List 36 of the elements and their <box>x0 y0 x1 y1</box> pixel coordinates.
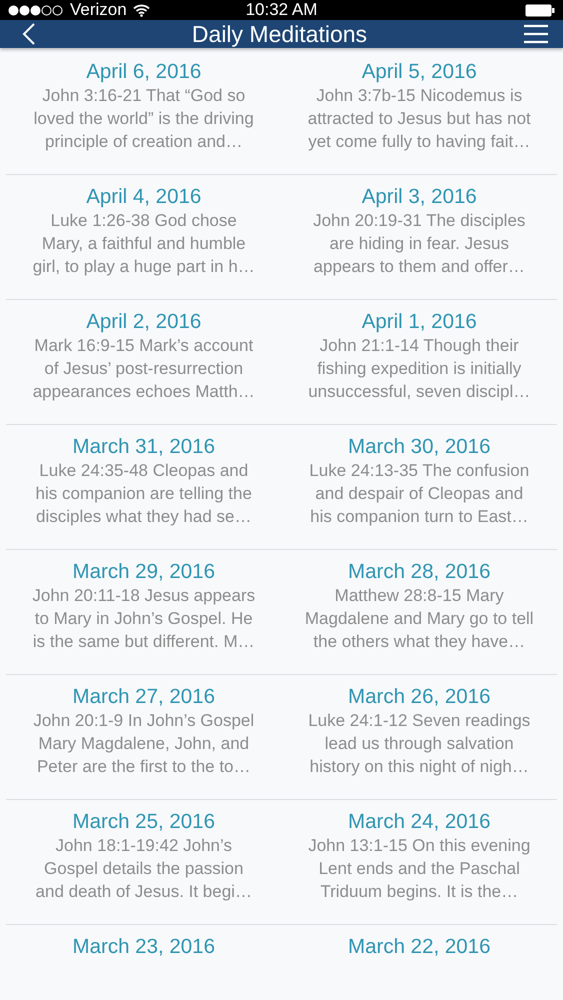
meditation-date[interactable]: April 5, 2016 <box>362 59 477 84</box>
meditation-date[interactable]: March 27, 2016 <box>72 684 215 709</box>
meditation-summary: John 3:16-21 That “God so loved the world” is the driving principle of creation and… <box>34 85 254 153</box>
meditation-summary: John 21:1-14 Though their fishing expedition is initially unsuccessful, seven discipl… <box>308 335 530 403</box>
meditation-date[interactable]: April 2, 2016 <box>86 309 202 334</box>
carrier-name: Verizon <box>70 0 127 20</box>
meditation-date[interactable]: March 25, 2016 <box>72 809 215 834</box>
signal-icon <box>8 4 64 16</box>
meditation-summary: John 13:1-15 On this evening Lent ends and the Paschal Triduum begins. It is the… <box>308 835 530 903</box>
meditation-date[interactable]: March 31, 2016 <box>72 434 215 459</box>
battery-icon <box>525 4 555 16</box>
meditation-summary: John 20:19-31 The disciples are hiding in fear. Jesus appears to them and offer… <box>313 210 526 278</box>
meditation-summary: John 20:1-9 In John’s Gospel Mary Magdalene, John, and Peter are the first to the to… <box>33 710 254 778</box>
meditation-date[interactable]: April 1, 2016 <box>362 309 477 334</box>
meditation-summary: Luke 1:26-38 God chose Mary, a faithful and humble girl, to play a huge part in h… <box>32 210 255 278</box>
meditation-date[interactable]: March 22, 2016 <box>348 934 490 959</box>
wifi-icon <box>132 4 150 16</box>
meditation-summary: John 18:1-19:42 John’s Gospel details the passion and death of Jesus. It begi… <box>36 835 252 903</box>
meditation-date[interactable]: March 28, 2016 <box>348 559 490 584</box>
meditation-date[interactable]: April 6, 2016 <box>86 59 202 84</box>
meditation-summary: Luke 24:13-35 The confusion and despair of Cleopas and his companion turn to East… <box>309 460 530 528</box>
meditation-summary: Matthew 28:8-15 Mary Magdalene and Mary go to tell the others what they have… <box>304 585 534 653</box>
meditation-date[interactable]: April 4, 2016 <box>86 184 202 209</box>
meditation-summary: John 20:11-18 Jesus appears to Mary in John’s Gospel. He is the same but different. M… <box>32 585 256 653</box>
meditation-date[interactable]: March 24, 2016 <box>348 809 490 834</box>
meditation-date[interactable]: March 30, 2016 <box>348 434 490 459</box>
page-title: Daily Meditations <box>192 20 368 48</box>
meditation-date[interactable]: March 23, 2016 <box>72 934 215 959</box>
meditation-summary: Luke 24:1-12 Seven readings lead us through salvation history on this night of nigh… <box>308 710 530 778</box>
meditation-summary: Luke 24:35-48 Cleopas and his companion are telling the disciples what they had se… <box>36 460 252 528</box>
meditation-summary: John 3:7b-15 Nicodemus is attracted to Jesus but has not yet come fully to having fait… <box>308 85 531 153</box>
meditation-date[interactable]: March 26, 2016 <box>348 684 490 709</box>
meditation-summary: Mark 16:9-15 Mark’s account of Jesus’ post-resurrection appearances echoes Matth… <box>32 335 255 403</box>
meditation-date[interactable]: March 29, 2016 <box>72 559 215 584</box>
status-time: 10:32 AM <box>246 0 318 20</box>
meditation-date[interactable]: April 3, 2016 <box>362 184 477 209</box>
